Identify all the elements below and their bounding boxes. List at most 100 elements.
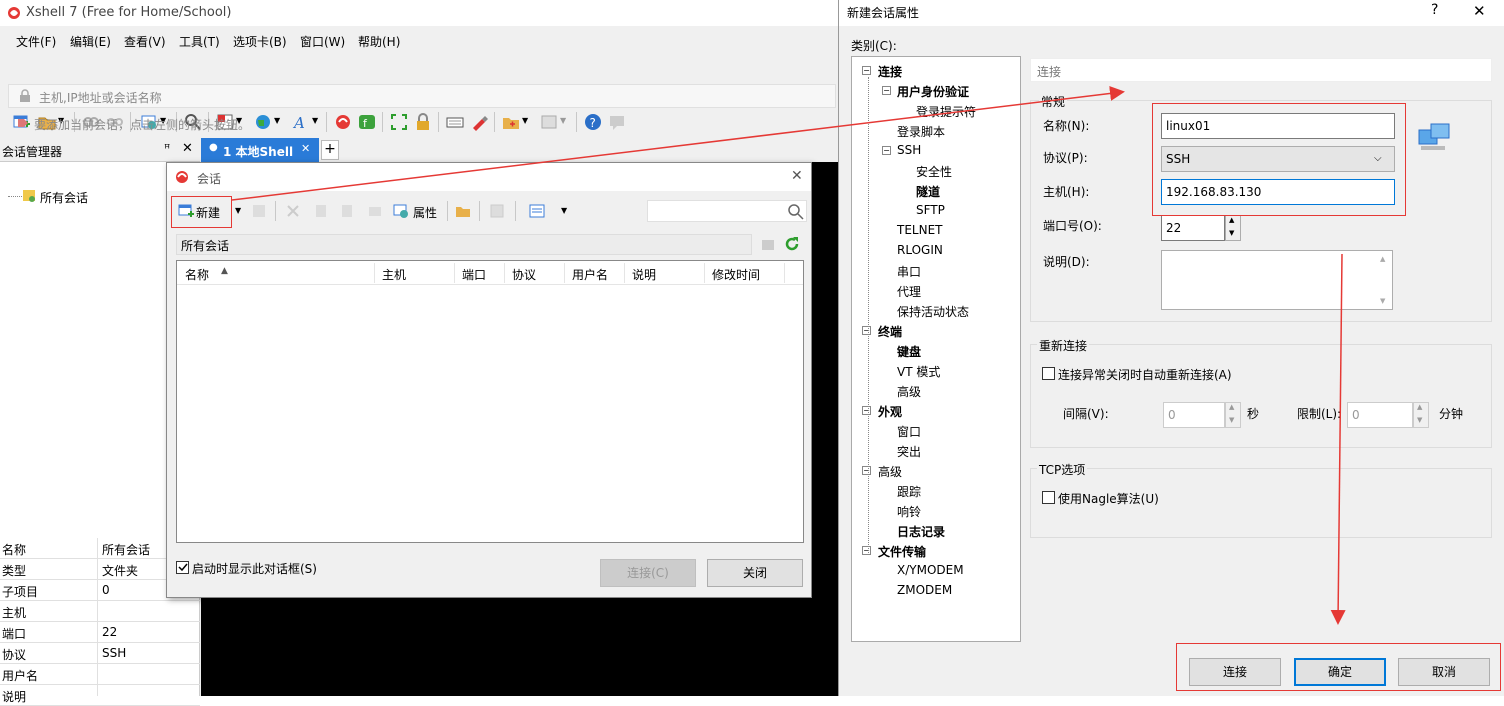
tree-expander-icon[interactable]: −: [862, 546, 871, 555]
limit-input[interactable]: 0: [1347, 402, 1413, 428]
column-modified[interactable]: 修改时间: [712, 266, 760, 283]
interval-input[interactable]: 0: [1163, 402, 1225, 428]
pin-icon[interactable]: ꟸ: [164, 142, 170, 155]
folder-up-icon[interactable]: [761, 237, 775, 251]
close-icon[interactable]: ✕: [182, 141, 193, 156]
tree-item[interactable]: 代理: [897, 283, 921, 300]
tree-item[interactable]: 用户身份验证: [897, 83, 969, 100]
paste-icon[interactable]: [339, 203, 355, 219]
menu-edit[interactable]: 编辑(E): [70, 33, 111, 50]
tree-item[interactable]: 外观: [878, 403, 902, 420]
tree-item[interactable]: 登录脚本: [897, 123, 945, 140]
tree-item[interactable]: 窗口: [897, 423, 921, 440]
search-icon[interactable]: [788, 204, 804, 220]
close-icon[interactable]: ✕: [791, 168, 803, 184]
address-bar[interactable]: 主机,IP地址或会话名称: [8, 84, 836, 108]
description-textarea[interactable]: ▲ ▼: [1161, 250, 1393, 310]
reconnect-checkbox[interactable]: [1042, 367, 1055, 380]
tree-item[interactable]: 响铃: [897, 503, 921, 520]
tree-item[interactable]: 跟踪: [897, 483, 921, 500]
tree-item[interactable]: 日志记录: [897, 523, 945, 540]
column-name[interactable]: 名称: [185, 266, 209, 283]
new-tab-button[interactable]: +: [321, 140, 339, 160]
tree-item[interactable]: SFTP: [916, 203, 945, 217]
column-description[interactable]: 说明: [632, 266, 656, 283]
tree-item[interactable]: 隧道: [916, 183, 940, 200]
nagle-checkbox[interactable]: [1042, 491, 1055, 504]
nagle-checkbox-label[interactable]: 使用Nagle算法(U): [1058, 490, 1159, 507]
tree-item[interactable]: VT 模式: [897, 363, 940, 380]
limit-spinner[interactable]: ▲ ▼: [1413, 402, 1429, 428]
tree-item[interactable]: 高级: [897, 383, 921, 400]
export-icon[interactable]: [489, 203, 505, 219]
tree-expander-icon[interactable]: −: [862, 406, 871, 415]
tree-item[interactable]: 突出: [897, 443, 921, 460]
session-search-input[interactable]: [647, 200, 807, 222]
column-host[interactable]: 主机: [382, 266, 406, 283]
delete-icon[interactable]: [367, 203, 383, 219]
tree-item[interactable]: 终端: [878, 323, 902, 340]
tree-item[interactable]: 保持活动状态: [897, 303, 969, 320]
tree-item-all-sessions[interactable]: 所有会话: [40, 189, 88, 206]
connect-button[interactable]: 连接(C): [600, 559, 696, 587]
menu-tabs[interactable]: 选项卡(B): [233, 33, 287, 50]
chevron-down-icon[interactable]: ▼: [235, 206, 241, 215]
tree-expander-icon[interactable]: −: [882, 146, 891, 155]
close-button[interactable]: 关闭: [707, 559, 803, 587]
startup-checkbox[interactable]: [176, 561, 189, 574]
startup-checkbox-label[interactable]: 启动时显示此对话框(S): [192, 560, 317, 577]
tree-expander-icon[interactable]: −: [862, 66, 871, 75]
help-button[interactable]: ?: [1431, 2, 1438, 18]
chevron-down-icon[interactable]: ▼: [561, 206, 567, 215]
tree-expander-icon[interactable]: −: [862, 326, 871, 335]
column-port[interactable]: 端口: [462, 266, 486, 283]
spin-up-icon[interactable]: ▲: [1417, 403, 1422, 411]
menu-window[interactable]: 窗口(W): [300, 33, 345, 50]
refresh-icon[interactable]: [783, 235, 801, 253]
tree-item[interactable]: 安全性: [916, 163, 952, 180]
close-icon[interactable]: ✕: [1473, 2, 1486, 20]
menu-file[interactable]: 文件(F): [16, 33, 56, 50]
view-mode-icon[interactable]: [529, 203, 545, 219]
tree-expander-icon[interactable]: −: [862, 466, 871, 475]
copy-icon[interactable]: [313, 203, 329, 219]
tab-close-icon[interactable]: ✕: [301, 142, 310, 155]
tree-item[interactable]: ZMODEM: [897, 583, 952, 597]
spin-down-icon[interactable]: ▼: [1229, 416, 1234, 424]
spin-up-icon[interactable]: ▲: [1229, 216, 1234, 224]
tree-item[interactable]: SSH: [897, 143, 921, 157]
cut-icon[interactable]: [285, 203, 301, 219]
add-session-arrow-icon[interactable]: [16, 116, 30, 130]
column-username[interactable]: 用户名: [572, 266, 608, 283]
menu-view[interactable]: 查看(V): [124, 33, 166, 50]
tab-local-shell[interactable]: ● 1 本地Shell ✕: [201, 138, 319, 162]
spin-up-icon[interactable]: ▲: [1229, 403, 1234, 411]
category-tree[interactable]: − 连接 − 用户身份验证 登录提示符 登录脚本 − SSH 安全性 隧道 SFTP TELNET RL…: [851, 56, 1021, 642]
tree-item[interactable]: RLOGIN: [897, 243, 943, 257]
spin-down-icon[interactable]: ▼: [1417, 416, 1422, 424]
reconnect-checkbox-label[interactable]: 连接异常关闭时自动重新连接(A): [1058, 366, 1232, 383]
tree-item[interactable]: 键盘: [897, 343, 921, 360]
tree-item[interactable]: 连接: [878, 63, 902, 80]
tree-item[interactable]: TELNET: [897, 223, 943, 237]
tree-item[interactable]: 登录提示符: [916, 103, 976, 120]
session-list[interactable]: 名称 ▲ 主机 端口 协议 用户名 说明 修改时间: [176, 260, 804, 543]
disabled-copy-icon[interactable]: [251, 203, 267, 219]
open-folder-icon[interactable]: [455, 203, 471, 219]
tree-item[interactable]: 高级: [878, 463, 902, 480]
menu-help[interactable]: 帮助(H): [358, 33, 400, 50]
scroll-up-icon[interactable]: ▲: [1380, 255, 1385, 263]
tree-item[interactable]: X/YMODEM: [897, 563, 964, 577]
properties-button[interactable]: 属性: [393, 198, 441, 224]
tree-expander-icon[interactable]: −: [882, 86, 891, 95]
port-input[interactable]: 22: [1161, 215, 1225, 241]
spin-down-icon[interactable]: ▼: [1229, 229, 1234, 237]
column-protocol[interactable]: 协议: [512, 266, 536, 283]
scroll-down-icon[interactable]: ▼: [1380, 297, 1385, 305]
menu-tools[interactable]: 工具(T): [179, 33, 220, 50]
interval-spinner[interactable]: ▲ ▼: [1225, 402, 1241, 428]
port-spinner[interactable]: ▲ ▼: [1225, 215, 1241, 241]
tree-item[interactable]: 串口: [897, 263, 921, 280]
property-value: SSH: [102, 646, 127, 660]
tree-item[interactable]: 文件传输: [878, 543, 926, 560]
